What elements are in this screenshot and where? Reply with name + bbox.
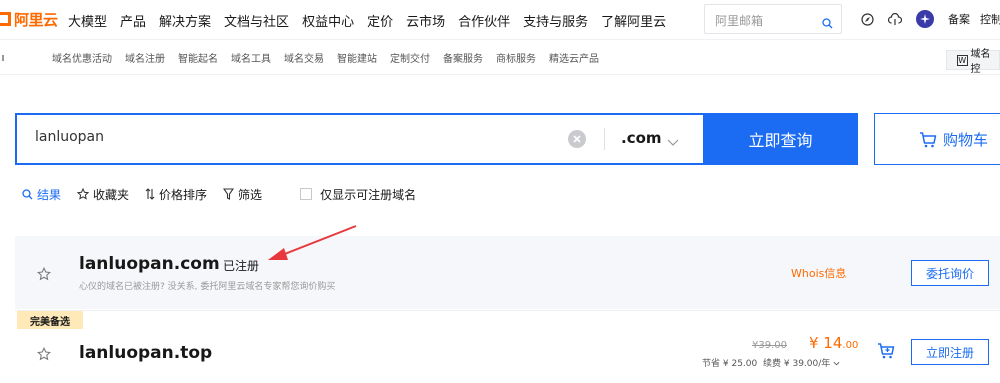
clear-input-button[interactable] [568, 130, 586, 148]
nav-item-pricing[interactable]: 定价 [367, 11, 393, 30]
favorite-star-icon[interactable] [36, 346, 52, 365]
search-icon[interactable] [822, 14, 833, 33]
subnav-indicator [2, 54, 4, 61]
whois-link[interactable]: Whois信息 [791, 265, 846, 281]
only-available-label: 仅显示可注册域名 [320, 187, 417, 202]
nav-item-benefits[interactable]: 权益中心 [302, 11, 354, 30]
chevron-down-icon[interactable] [667, 132, 679, 151]
filter-icon [223, 188, 235, 200]
only-available-checkbox[interactable] [300, 188, 313, 200]
sale-price: ¥ 14.00 [809, 334, 858, 352]
recommend-badge: 完美备选 [17, 311, 83, 329]
status-badge: 已注册 [223, 259, 260, 273]
sale-price-dec: .00 [842, 340, 859, 351]
domain-search-box: .com 立即查询 [15, 113, 858, 165]
nav-item-docs[interactable]: 文档与社区 [224, 11, 289, 30]
nav-item-products[interactable]: 产品 [120, 11, 146, 30]
cart-label: 购物车 [943, 130, 989, 149]
subnav-item-sitebuilder[interactable]: 智能建站 [337, 50, 377, 65]
cart-icon [919, 132, 937, 152]
price-sort-label: 价格排序 [159, 187, 208, 202]
user-avatar[interactable] [916, 10, 934, 28]
inquiry-button[interactable]: 委托询价 [911, 260, 989, 286]
nav-item-partners[interactable]: 合作伙伴 [458, 11, 510, 30]
subnav-item-custom[interactable]: 定制交付 [390, 50, 430, 65]
nav-item-llm[interactable]: 大模型 [68, 11, 107, 30]
add-to-cart-icon[interactable] [877, 343, 895, 363]
logo-text: 阿里云 [14, 10, 58, 29]
subnav-item-trademark[interactable]: 商标服务 [496, 50, 536, 65]
domain-name: lanluopan.top [79, 343, 213, 363]
top-navigation-bar: 阿里云 大模型 产品 解决方案 文档与社区 权益中心 定价 云市场 合作伙伴 支… [0, 0, 1000, 40]
nav-item-solutions[interactable]: 解决方案 [159, 11, 211, 30]
console-link[interactable]: 控制台 [980, 11, 1000, 27]
result-row: lanluopan.com 已注册 心仪的域名已被注册? 没关系, 委托阿里云域… [15, 236, 1000, 309]
star-icon [77, 188, 90, 200]
suffix-select[interactable]: .com [621, 129, 662, 147]
search-divider [604, 128, 605, 150]
domain-control-link[interactable]: W 域名控 [946, 49, 1000, 75]
original-price: ¥39.00 [752, 340, 787, 351]
subnav-item-beian[interactable]: 备案服务 [443, 50, 483, 65]
renew-label: 续费 [762, 359, 781, 369]
domain-control-label: 域名控 [970, 49, 991, 75]
only-available-toggle[interactable]: 仅显示可注册域名 [278, 186, 416, 203]
main-nav: 大模型 产品 解决方案 文档与社区 权益中心 定价 云市场 合作伙伴 支持与服务… [68, 0, 679, 40]
chevron-down-icon[interactable] [833, 359, 840, 369]
sort-icon [145, 188, 155, 200]
filter-button[interactable]: 筛选 [223, 186, 262, 203]
domain-name: lanluopan.com [79, 254, 220, 274]
nav-item-about[interactable]: 了解阿里云 [601, 11, 666, 30]
nav-item-support[interactable]: 支持与服务 [523, 11, 588, 30]
result-filter-bar: 结果 收藏夹 价格排序 筛选 仅显示可注册域名 [22, 185, 432, 203]
domain-search-input[interactable] [35, 129, 555, 145]
domain-control-icon: W [957, 54, 968, 66]
favorite-star-icon[interactable] [36, 266, 52, 285]
save-value: ¥ 25.00 [722, 359, 758, 369]
beian-link[interactable]: 备案 [948, 11, 970, 27]
filter-label: 筛选 [238, 187, 263, 202]
domain-sub-nav: 域名优惠活动 域名注册 智能起名 域名工具 域名交易 智能建站 定制交付 备案服… [0, 41, 1000, 75]
subnav-item-promotions[interactable]: 域名优惠活动 [52, 50, 112, 65]
cloud-upload-icon[interactable] [888, 12, 902, 26]
tab-results-label: 结果 [37, 187, 62, 202]
mail-search-input[interactable]: 阿里邮箱 [704, 4, 842, 34]
tab-favorites[interactable]: 收藏夹 [77, 186, 129, 203]
tab-favorites-label: 收藏夹 [93, 187, 130, 202]
domain-description: 心仪的域名已被注册? 没关系, 委托阿里云域名专家帮您询价购买 [79, 282, 336, 292]
register-button[interactable]: 立即注册 [911, 339, 989, 365]
result-row: 完美备选 lanluopan.top ¥39.00 ¥ 14.00 节省 ¥ 2… [15, 310, 1000, 383]
subnav-item-tools[interactable]: 域名工具 [231, 50, 271, 65]
price-sort-button[interactable]: 价格排序 [145, 186, 207, 203]
search-icon [22, 188, 33, 200]
compass-icon[interactable] [860, 12, 874, 26]
subnav-item-register[interactable]: 域名注册 [125, 50, 165, 65]
nav-item-marketplace[interactable]: 云市场 [406, 11, 445, 30]
aliyun-logo[interactable]: 阿里云 [0, 8, 58, 30]
tab-results[interactable]: 结果 [22, 186, 61, 203]
subnav-item-naming[interactable]: 智能起名 [178, 50, 218, 65]
logo-mark-icon [0, 12, 11, 26]
search-button[interactable]: 立即查询 [703, 113, 858, 165]
mail-search-placeholder: 阿里邮箱 [715, 14, 764, 28]
price-detail: 节省 ¥ 25.00 续费 ¥ 39.00/年 [702, 356, 840, 369]
cart-button[interactable]: 购物车 [874, 113, 1000, 165]
sale-price-int: ¥ 14 [809, 334, 843, 352]
save-label: 节省 [702, 359, 721, 369]
subnav-item-trade[interactable]: 域名交易 [284, 50, 324, 65]
top-icon-group: 备案 控制台 [860, 10, 1000, 28]
subnav-item-products[interactable]: 精选云产品 [549, 50, 599, 65]
renew-value: ¥ 39.00/年 [783, 359, 831, 369]
